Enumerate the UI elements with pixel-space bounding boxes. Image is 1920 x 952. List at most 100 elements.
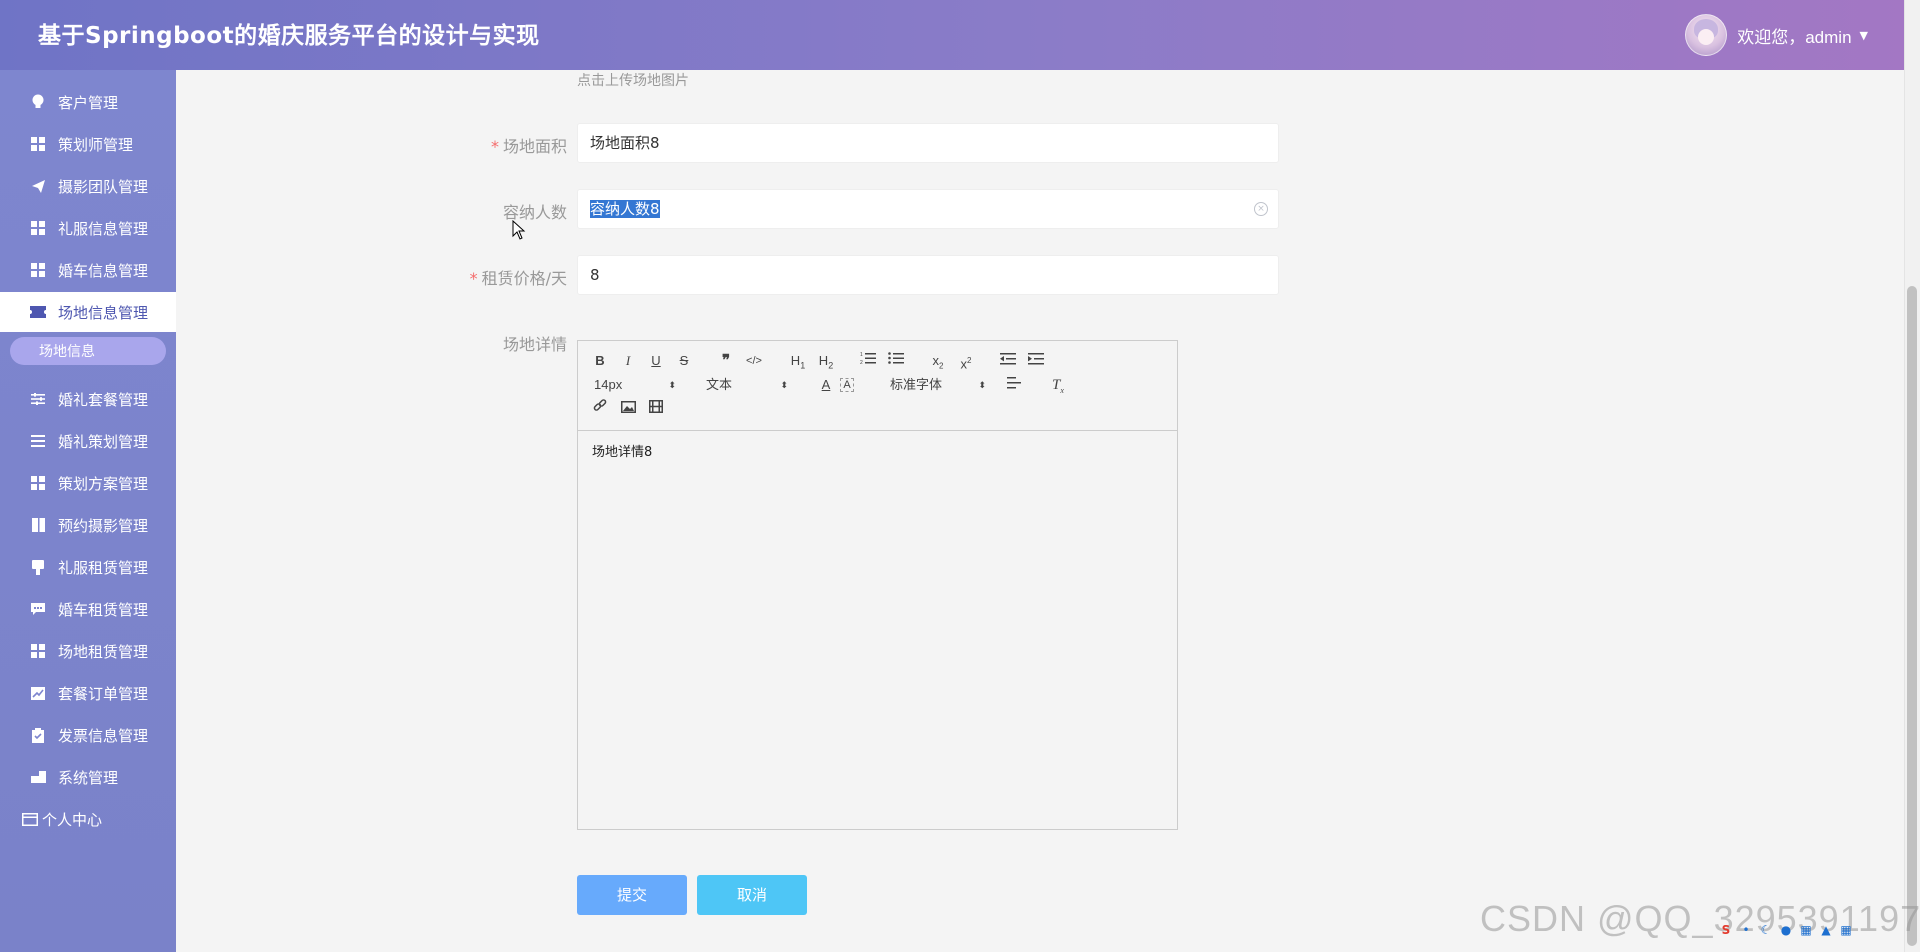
- sidebar-item-package-orders[interactable]: 套餐订单管理: [0, 673, 176, 713]
- phone-icon: [30, 559, 46, 575]
- grid-icon: [30, 475, 46, 491]
- font-family-select[interactable]: 标准字体 ⬍: [890, 375, 986, 395]
- rich-text-editor[interactable]: B I U S ❞ </> H1 H2 12 x2 x2 14px ⬍ 文本 ⬍ A…: [577, 340, 1178, 830]
- video-icon[interactable]: [646, 399, 666, 419]
- editor-content[interactable]: 场地详情8: [592, 441, 652, 460]
- sidebar-item-photo-teams[interactable]: 摄影团队管理: [0, 166, 176, 206]
- sidebar-item-label: 婚礼套餐管理: [58, 390, 149, 409]
- ime-logo-icon[interactable]: S: [1718, 922, 1734, 938]
- caret-down-icon[interactable]: ▼: [1860, 29, 1868, 42]
- italic-icon[interactable]: I: [618, 351, 638, 371]
- font-color-icon[interactable]: A: [816, 375, 836, 395]
- background-color-icon[interactable]: A: [840, 378, 854, 392]
- sidebar-item-label: 礼服租赁管理: [58, 558, 149, 577]
- sidebar-item-gowns[interactable]: 礼服信息管理: [0, 208, 176, 248]
- book-icon: [30, 517, 46, 533]
- align-icon[interactable]: [1004, 375, 1024, 395]
- area-input[interactable]: 场地面积8: [577, 123, 1279, 163]
- top-header: 基于Springboot的婚庆服务平台的设计与实现 欢迎您，admin ▼: [0, 0, 1904, 70]
- ime-toolbar: S • ☾ ● ▦ ▲ ▦: [1718, 922, 1854, 938]
- image-icon[interactable]: [618, 399, 638, 419]
- capacity-input[interactable]: 容纳人数8 ×: [577, 189, 1279, 229]
- sidebar-item-system[interactable]: 系统管理: [0, 757, 176, 797]
- h1-icon[interactable]: H1: [786, 351, 810, 371]
- user-menu[interactable]: 欢迎您，admin ▼: [1685, 14, 1868, 56]
- outdent-icon[interactable]: [998, 351, 1018, 371]
- editor-toolbar: B I U S ❞ </> H1 H2 12 x2 x2 14px ⬍ 文本 ⬍ A…: [578, 341, 1177, 431]
- sliders-icon: [30, 391, 46, 407]
- sidebar-item-wedding-plans[interactable]: 婚礼策划管理: [0, 421, 176, 461]
- moon-icon[interactable]: ☾: [1758, 922, 1774, 938]
- sidebar-item-packages[interactable]: 婚礼套餐管理: [0, 379, 176, 419]
- welcome-text[interactable]: 欢迎您，admin: [1737, 23, 1851, 48]
- shirt-icon[interactable]: ▲: [1818, 922, 1834, 938]
- sidebar-item-label: 个人中心: [42, 810, 103, 829]
- area-label: * 场地面积: [490, 137, 567, 156]
- cancel-button[interactable]: 取消: [697, 875, 807, 915]
- sidebar-item-profile[interactable]: 个人中心: [0, 799, 176, 839]
- sidebar-item-label: 婚车租赁管理: [58, 600, 149, 619]
- header-select[interactable]: 文本 ⬍: [706, 375, 788, 395]
- grid-menu-icon[interactable]: ▦: [1838, 922, 1854, 938]
- grid-icon: [30, 643, 46, 659]
- indent-icon[interactable]: [1026, 351, 1046, 371]
- submit-button[interactable]: 提交: [577, 875, 687, 915]
- sidebar-item-venue-rental[interactable]: 场地租赁管理: [0, 631, 176, 671]
- keyboard-icon[interactable]: ▦: [1798, 922, 1814, 938]
- grid-icon: [30, 262, 46, 278]
- detail-label: 场地详情: [502, 335, 567, 354]
- price-input[interactable]: 8: [577, 255, 1279, 295]
- sidebar-item-label: 预约摄影管理: [58, 516, 149, 535]
- watermark: CSDN @QQ_3295391197: [1480, 898, 1920, 939]
- avatar[interactable]: [1685, 14, 1728, 56]
- scrollbar-thumb[interactable]: [1907, 286, 1917, 946]
- sidebar-item-label: 摄影团队管理: [58, 177, 149, 196]
- send-icon: [30, 178, 46, 194]
- sidebar-item-gown-rental[interactable]: 礼服租赁管理: [0, 547, 176, 587]
- app-title: 基于Springboot的婚庆服务平台的设计与实现: [38, 23, 540, 49]
- chat-icon: [30, 601, 46, 617]
- capacity-value: 容纳人数8: [590, 200, 660, 218]
- link-icon[interactable]: [590, 399, 610, 419]
- superscript-icon[interactable]: x2: [956, 351, 976, 371]
- upload-hint[interactable]: 点击上传场地图片: [577, 70, 689, 90]
- quote-icon[interactable]: ❞: [716, 351, 736, 371]
- sidebar-item-planners[interactable]: 策划师管理: [0, 124, 176, 164]
- page-scrollbar[interactable]: [1904, 0, 1920, 952]
- svg-text:2: 2: [860, 360, 863, 365]
- sidebar-item-customers[interactable]: 客户管理: [0, 82, 176, 122]
- ordered-list-icon[interactable]: 12: [858, 351, 878, 371]
- bulb-icon: [30, 94, 46, 110]
- chart-icon: [30, 685, 46, 701]
- code-icon[interactable]: </>: [744, 351, 764, 371]
- sidebar-subitem-label: 场地信息: [39, 344, 95, 360]
- sidebar-item-label: 策划师管理: [58, 135, 134, 154]
- grid-icon: [30, 220, 46, 236]
- card-icon: [22, 811, 38, 827]
- sidebar-item-proposals[interactable]: 策划方案管理: [0, 463, 176, 503]
- font-size-select[interactable]: 14px ⬍: [594, 375, 676, 395]
- sidebar-item-invoices[interactable]: 发票信息管理: [0, 715, 176, 755]
- strike-icon[interactable]: S: [674, 351, 694, 371]
- h2-icon[interactable]: H2: [814, 351, 838, 371]
- sidebar-item-cars[interactable]: 婚车信息管理: [0, 250, 176, 290]
- ime-lang-icon[interactable]: •: [1738, 922, 1754, 938]
- select-arrow-icon: ⬍: [668, 380, 676, 390]
- clear-format-icon[interactable]: Tx: [1048, 375, 1068, 395]
- clear-icon[interactable]: ×: [1254, 202, 1268, 216]
- sidebar-item-label: 婚礼策划管理: [58, 432, 149, 451]
- sidebar-item-label: 婚车信息管理: [58, 261, 149, 280]
- bullet-list-icon[interactable]: [886, 351, 906, 371]
- select-arrow-icon: ⬍: [978, 380, 986, 390]
- sidebar-subitem-venue-info[interactable]: 场地信息: [10, 337, 166, 365]
- list-icon: [30, 433, 46, 449]
- mic-icon[interactable]: ●: [1778, 922, 1794, 938]
- grid-icon: [30, 136, 46, 152]
- sidebar-item-venues[interactable]: 场地信息管理: [0, 292, 176, 332]
- bold-icon[interactable]: B: [590, 351, 610, 371]
- underline-icon[interactable]: U: [646, 351, 666, 371]
- subscript-icon[interactable]: x2: [928, 351, 948, 371]
- sidebar-item-photo-booking[interactable]: 预约摄影管理: [0, 505, 176, 545]
- sidebar-item-label: 发票信息管理: [58, 726, 149, 745]
- sidebar-item-car-rental[interactable]: 婚车租赁管理: [0, 589, 176, 629]
